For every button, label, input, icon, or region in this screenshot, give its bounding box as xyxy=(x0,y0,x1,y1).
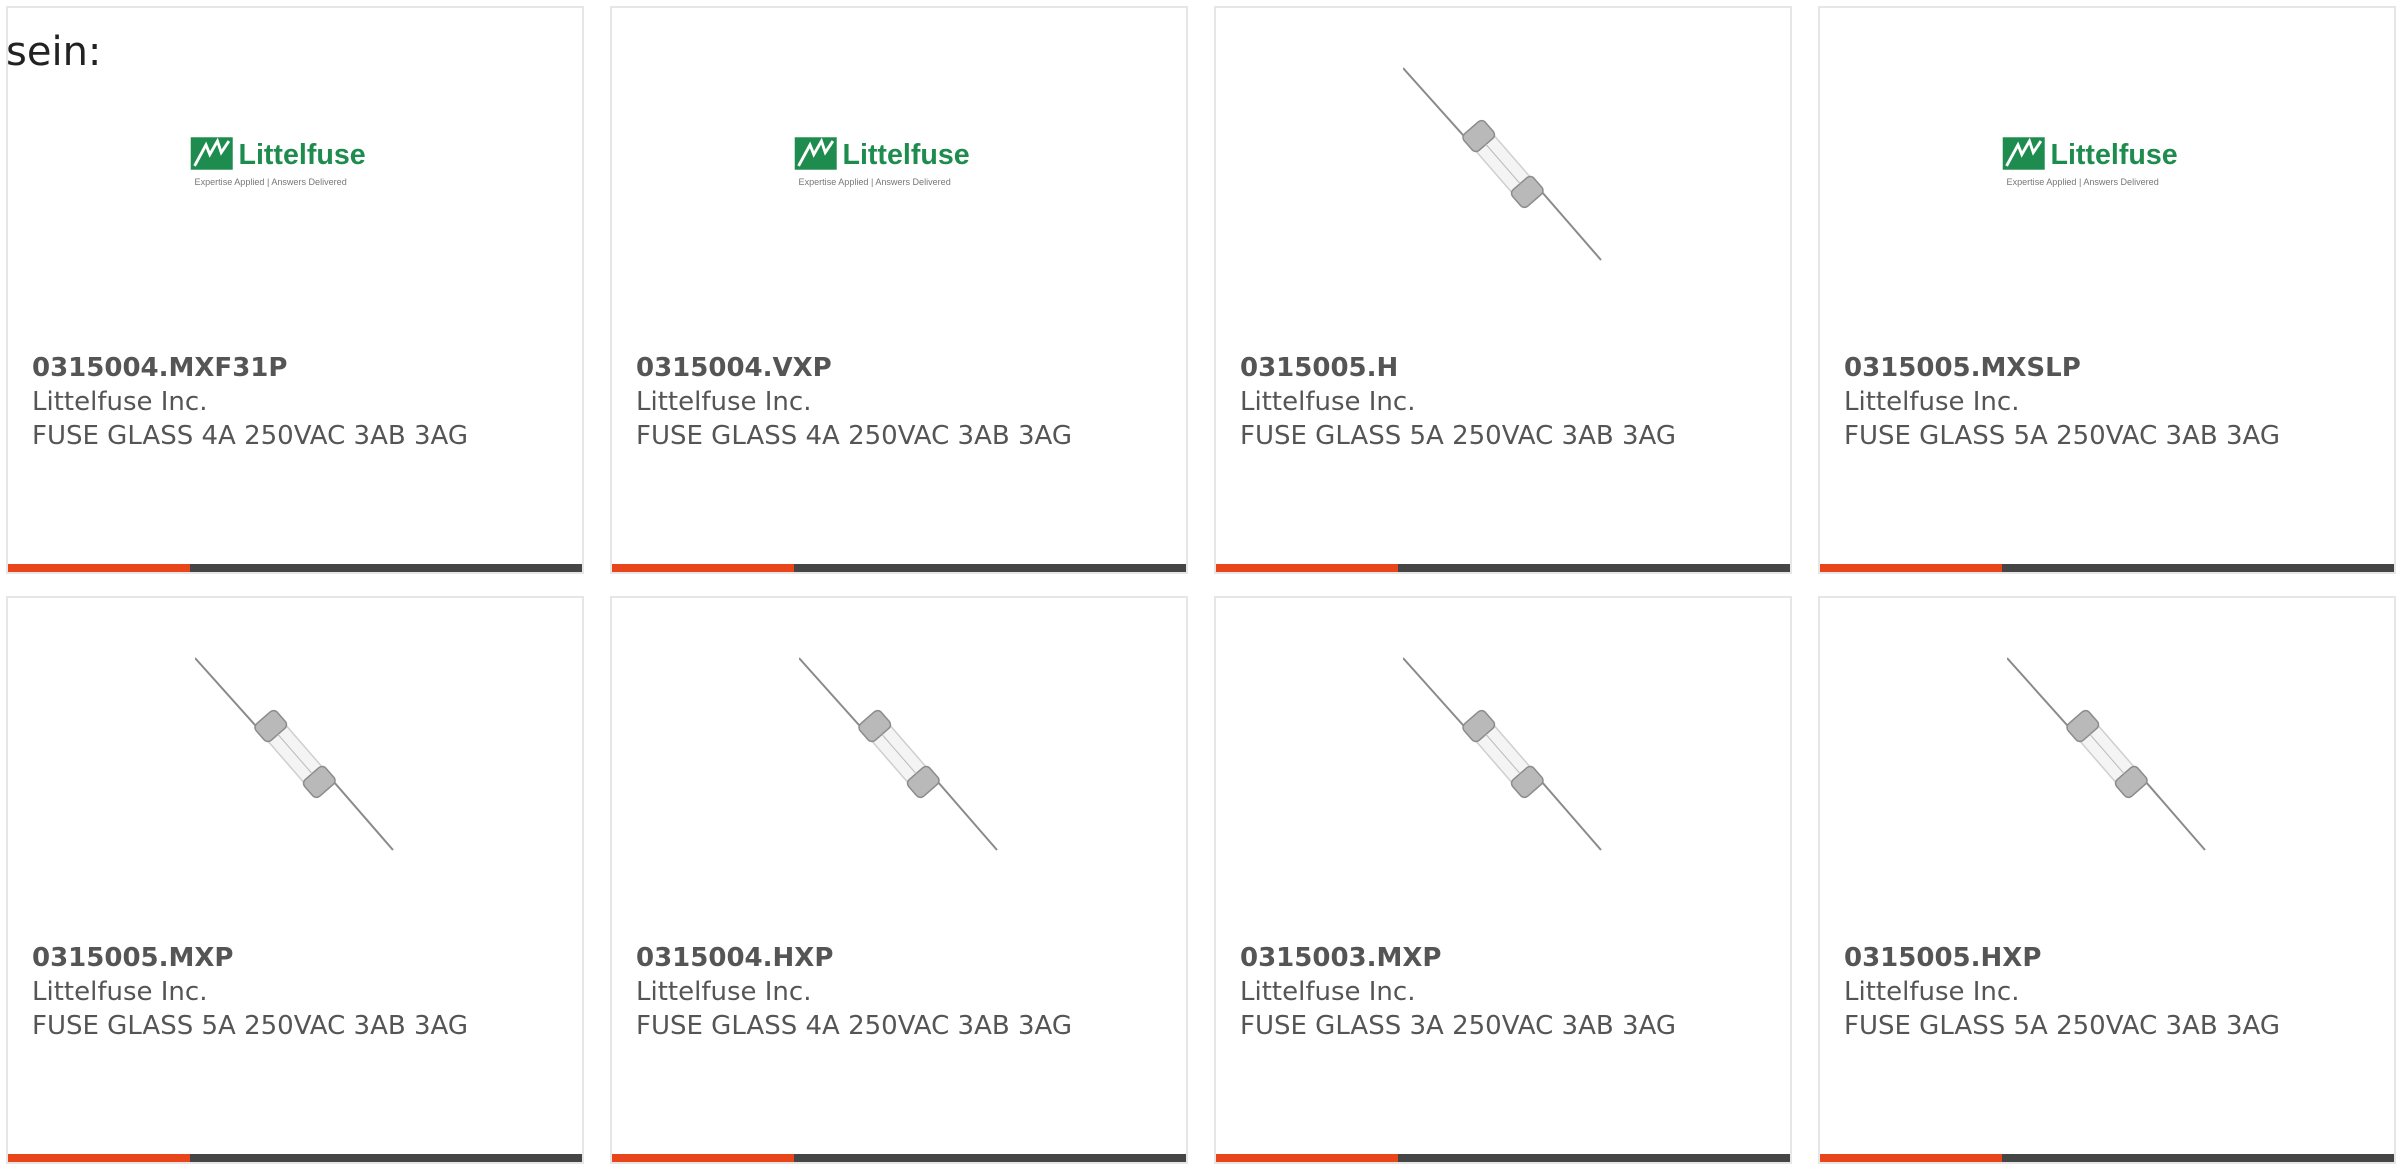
product-grid: Littelfuse Expertise Applied | Answers D… xyxy=(6,6,2396,1164)
manufacturer-name: Littelfuse Inc. xyxy=(1844,977,2020,1007)
littelfuse-logo: Littelfuse Expertise Applied | Answers D… xyxy=(794,137,970,187)
product-info: 0315004.HXP Littelfuse Inc. FUSE GLASS 4A … xyxy=(636,941,1176,1043)
glass-fuse-icon xyxy=(195,657,394,851)
product-description: FUSE GLASS 5A 250VAC 3AB 3AG xyxy=(32,1011,469,1041)
product-info: 0315005.MXSLP Littelfuse Inc. FUSE GLASS 5… xyxy=(1844,351,2384,453)
card-footer-accent xyxy=(612,564,794,572)
product-card[interactable]: Littelfuse Expertise Applied | Answers D… xyxy=(1818,6,2396,574)
manufacturer-name: Littelfuse Inc. xyxy=(1240,387,1416,417)
manufacturer-name: Littelfuse Inc. xyxy=(636,977,812,1007)
part-number-link[interactable]: 0315004.HXP xyxy=(636,941,1176,975)
logo-wordmark: Littelfuse xyxy=(842,139,969,171)
product-description: FUSE GLASS 5A 250VAC 3AB 3AG xyxy=(1240,421,1677,451)
product-image[interactable] xyxy=(1403,64,1603,264)
logo-tagline: Expertise Applied | Answers Delivered xyxy=(799,177,951,187)
glass-fuse-icon xyxy=(1403,657,1602,851)
logo-tagline: Expertise Applied | Answers Delivered xyxy=(2007,177,2159,187)
manufacturer-name: Littelfuse Inc. xyxy=(1844,387,2020,417)
product-description: FUSE GLASS 4A 250VAC 3AB 3AG xyxy=(636,421,1073,451)
glass-fuse-icon xyxy=(799,657,998,851)
logo-wordmark: Littelfuse xyxy=(238,139,365,171)
card-footer-accent xyxy=(8,564,190,572)
part-number-link[interactable]: 0315003.MXP xyxy=(1240,941,1780,975)
product-info: 0315004.MXF31P Littelfuse Inc. FUSE GLASS … xyxy=(32,351,572,453)
product-card[interactable]: Littelfuse Expertise Applied | Answers D… xyxy=(610,6,1188,574)
logo-wordmark: Littelfuse xyxy=(2050,139,2177,171)
product-card[interactable]: 0315003.MXP Littelfuse Inc. FUSE GLASS 3A … xyxy=(1214,596,1792,1164)
card-footer-bar xyxy=(1216,564,1790,572)
product-image[interactable]: Littelfuse Expertise Applied | Answers D… xyxy=(794,64,999,264)
intro-text: sein: xyxy=(6,29,102,75)
manufacturer-name: Littelfuse Inc. xyxy=(32,977,208,1007)
product-image[interactable] xyxy=(195,654,395,854)
product-info: 0315005.MXP Littelfuse Inc. FUSE GLASS 5A … xyxy=(32,941,572,1043)
card-footer-accent xyxy=(1216,564,1398,572)
product-card[interactable]: 0315005.HXP Littelfuse Inc. FUSE GLASS 5A … xyxy=(1818,596,2396,1164)
product-info: 0315003.MXP Littelfuse Inc. FUSE GLASS 3A … xyxy=(1240,941,1780,1043)
part-number-link[interactable]: 0315004.MXF31P xyxy=(32,351,572,385)
product-description: FUSE GLASS 5A 250VAC 3AB 3AG xyxy=(1844,421,2281,451)
littelfuse-logo: Littelfuse Expertise Applied | Answers D… xyxy=(2002,137,2178,187)
card-footer-accent xyxy=(1820,564,2002,572)
product-image[interactable] xyxy=(2007,654,2207,854)
product-description: FUSE GLASS 4A 250VAC 3AB 3AG xyxy=(32,421,469,451)
part-number-link[interactable]: 0315005.H xyxy=(1240,351,1780,385)
glass-fuse-icon xyxy=(2007,657,2206,851)
product-info: 0315004.VXP Littelfuse Inc. FUSE GLASS 4A … xyxy=(636,351,1176,453)
manufacturer-name: Littelfuse Inc. xyxy=(636,387,812,417)
product-description: FUSE GLASS 3A 250VAC 3AB 3AG xyxy=(1240,1011,1677,1041)
product-image[interactable] xyxy=(799,654,999,854)
part-number-link[interactable]: 0315005.HXP xyxy=(1844,941,2384,975)
product-image[interactable] xyxy=(1403,654,1603,854)
littelfuse-logo: Littelfuse Expertise Applied | Answers D… xyxy=(190,137,366,187)
product-description: FUSE GLASS 5A 250VAC 3AB 3AG xyxy=(1844,1011,2281,1041)
card-footer-bar xyxy=(612,564,1186,572)
manufacturer-name: Littelfuse Inc. xyxy=(1240,977,1416,1007)
product-card[interactable]: 0315005.H Littelfuse Inc. FUSE GLASS 5A 25… xyxy=(1214,6,1792,574)
product-card[interactable]: 0315005.MXP Littelfuse Inc. FUSE GLASS 5A … xyxy=(6,596,584,1164)
product-info: 0315005.H Littelfuse Inc. FUSE GLASS 5A 25… xyxy=(1240,351,1780,453)
part-number-link[interactable]: 0315005.MXP xyxy=(32,941,572,975)
product-card[interactable]: 0315004.HXP Littelfuse Inc. FUSE GLASS 4A … xyxy=(610,596,1188,1164)
part-number-link[interactable]: 0315005.MXSLP xyxy=(1844,351,2384,385)
logo-tagline: Expertise Applied | Answers Delivered xyxy=(195,177,347,187)
part-number-link[interactable]: 0315004.VXP xyxy=(636,351,1176,385)
product-info: 0315005.HXP Littelfuse Inc. FUSE GLASS 5A … xyxy=(1844,941,2384,1043)
product-image[interactable]: Littelfuse Expertise Applied | Answers D… xyxy=(2002,64,2207,264)
product-image[interactable]: Littelfuse Expertise Applied | Answers D… xyxy=(190,64,395,264)
card-footer-bar xyxy=(8,564,582,572)
product-card[interactable]: Littelfuse Expertise Applied | Answers D… xyxy=(6,6,584,574)
glass-fuse-icon xyxy=(1403,67,1602,261)
product-description: FUSE GLASS 4A 250VAC 3AB 3AG xyxy=(636,1011,1073,1041)
manufacturer-name: Littelfuse Inc. xyxy=(32,387,208,417)
card-footer-bar xyxy=(1820,564,2394,572)
